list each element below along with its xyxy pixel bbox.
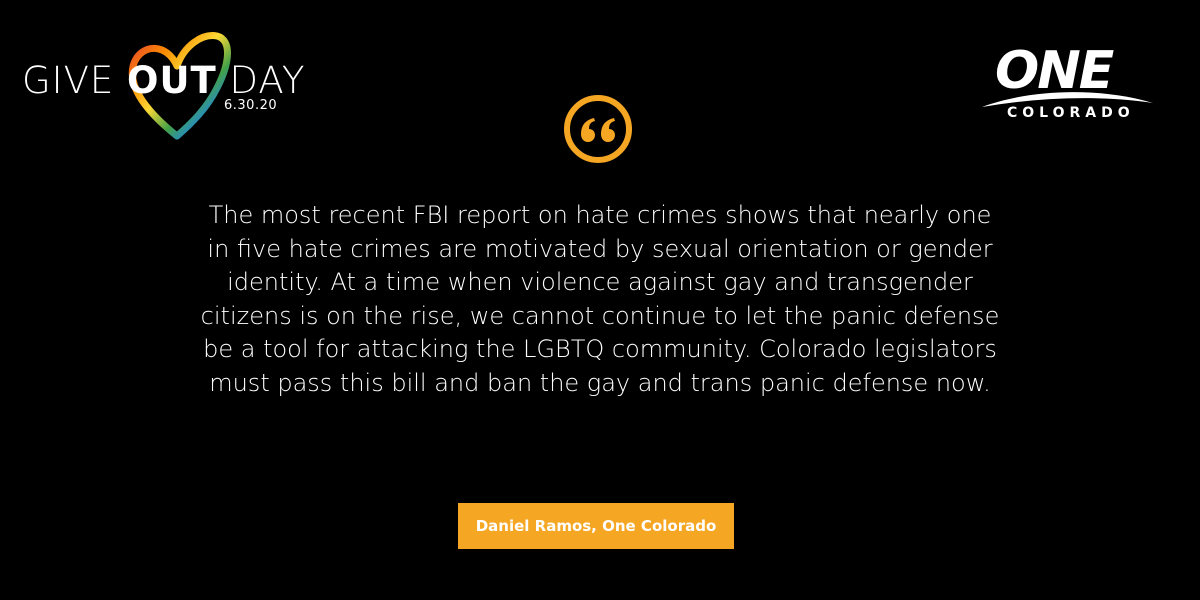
event-date: 6.30.20 bbox=[224, 98, 278, 113]
give-out-day-logo: GIVE OUT DAY 6.30.20 bbox=[22, 28, 312, 143]
one-colorado-logo: ONE COLORADO bbox=[980, 45, 1155, 125]
logo-colorado-text: COLORADO bbox=[1007, 105, 1135, 121]
quotation-mark-icon bbox=[564, 95, 632, 163]
quote-text: The most recent FBI report on hate crime… bbox=[200, 201, 1000, 397]
quote-attribution: Daniel Ramos, One Colorado bbox=[458, 503, 734, 549]
give-out-day-text: GIVE OUT DAY bbox=[22, 59, 306, 102]
